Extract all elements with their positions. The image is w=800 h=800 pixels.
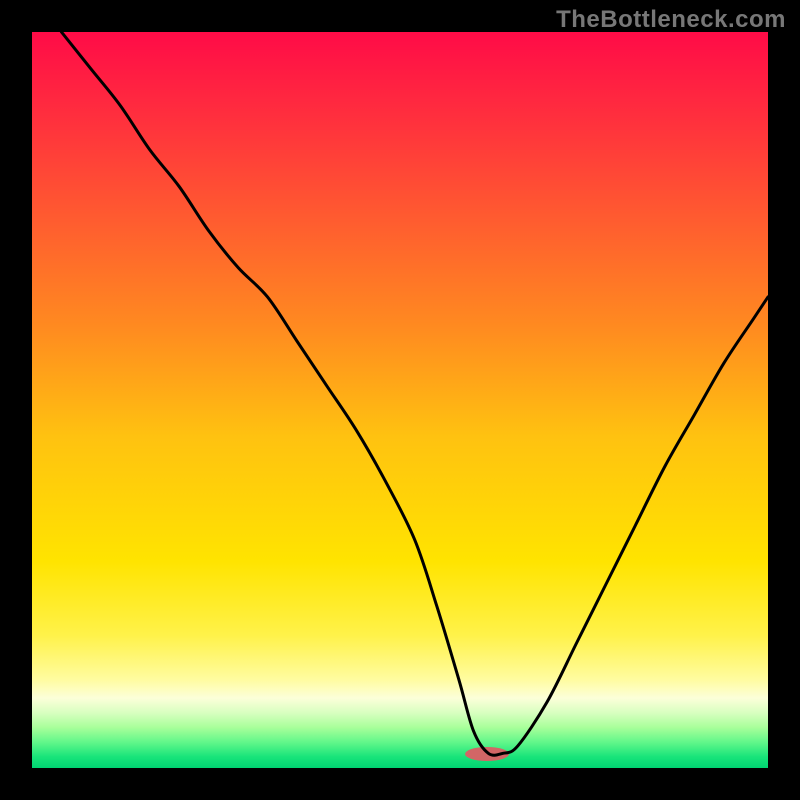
watermark-label: TheBottleneck.com xyxy=(556,6,786,34)
plot-area xyxy=(32,32,768,768)
bottleneck-chart xyxy=(32,32,768,768)
chart-frame: TheBottleneck.com xyxy=(0,0,800,800)
gradient-background xyxy=(32,32,768,768)
